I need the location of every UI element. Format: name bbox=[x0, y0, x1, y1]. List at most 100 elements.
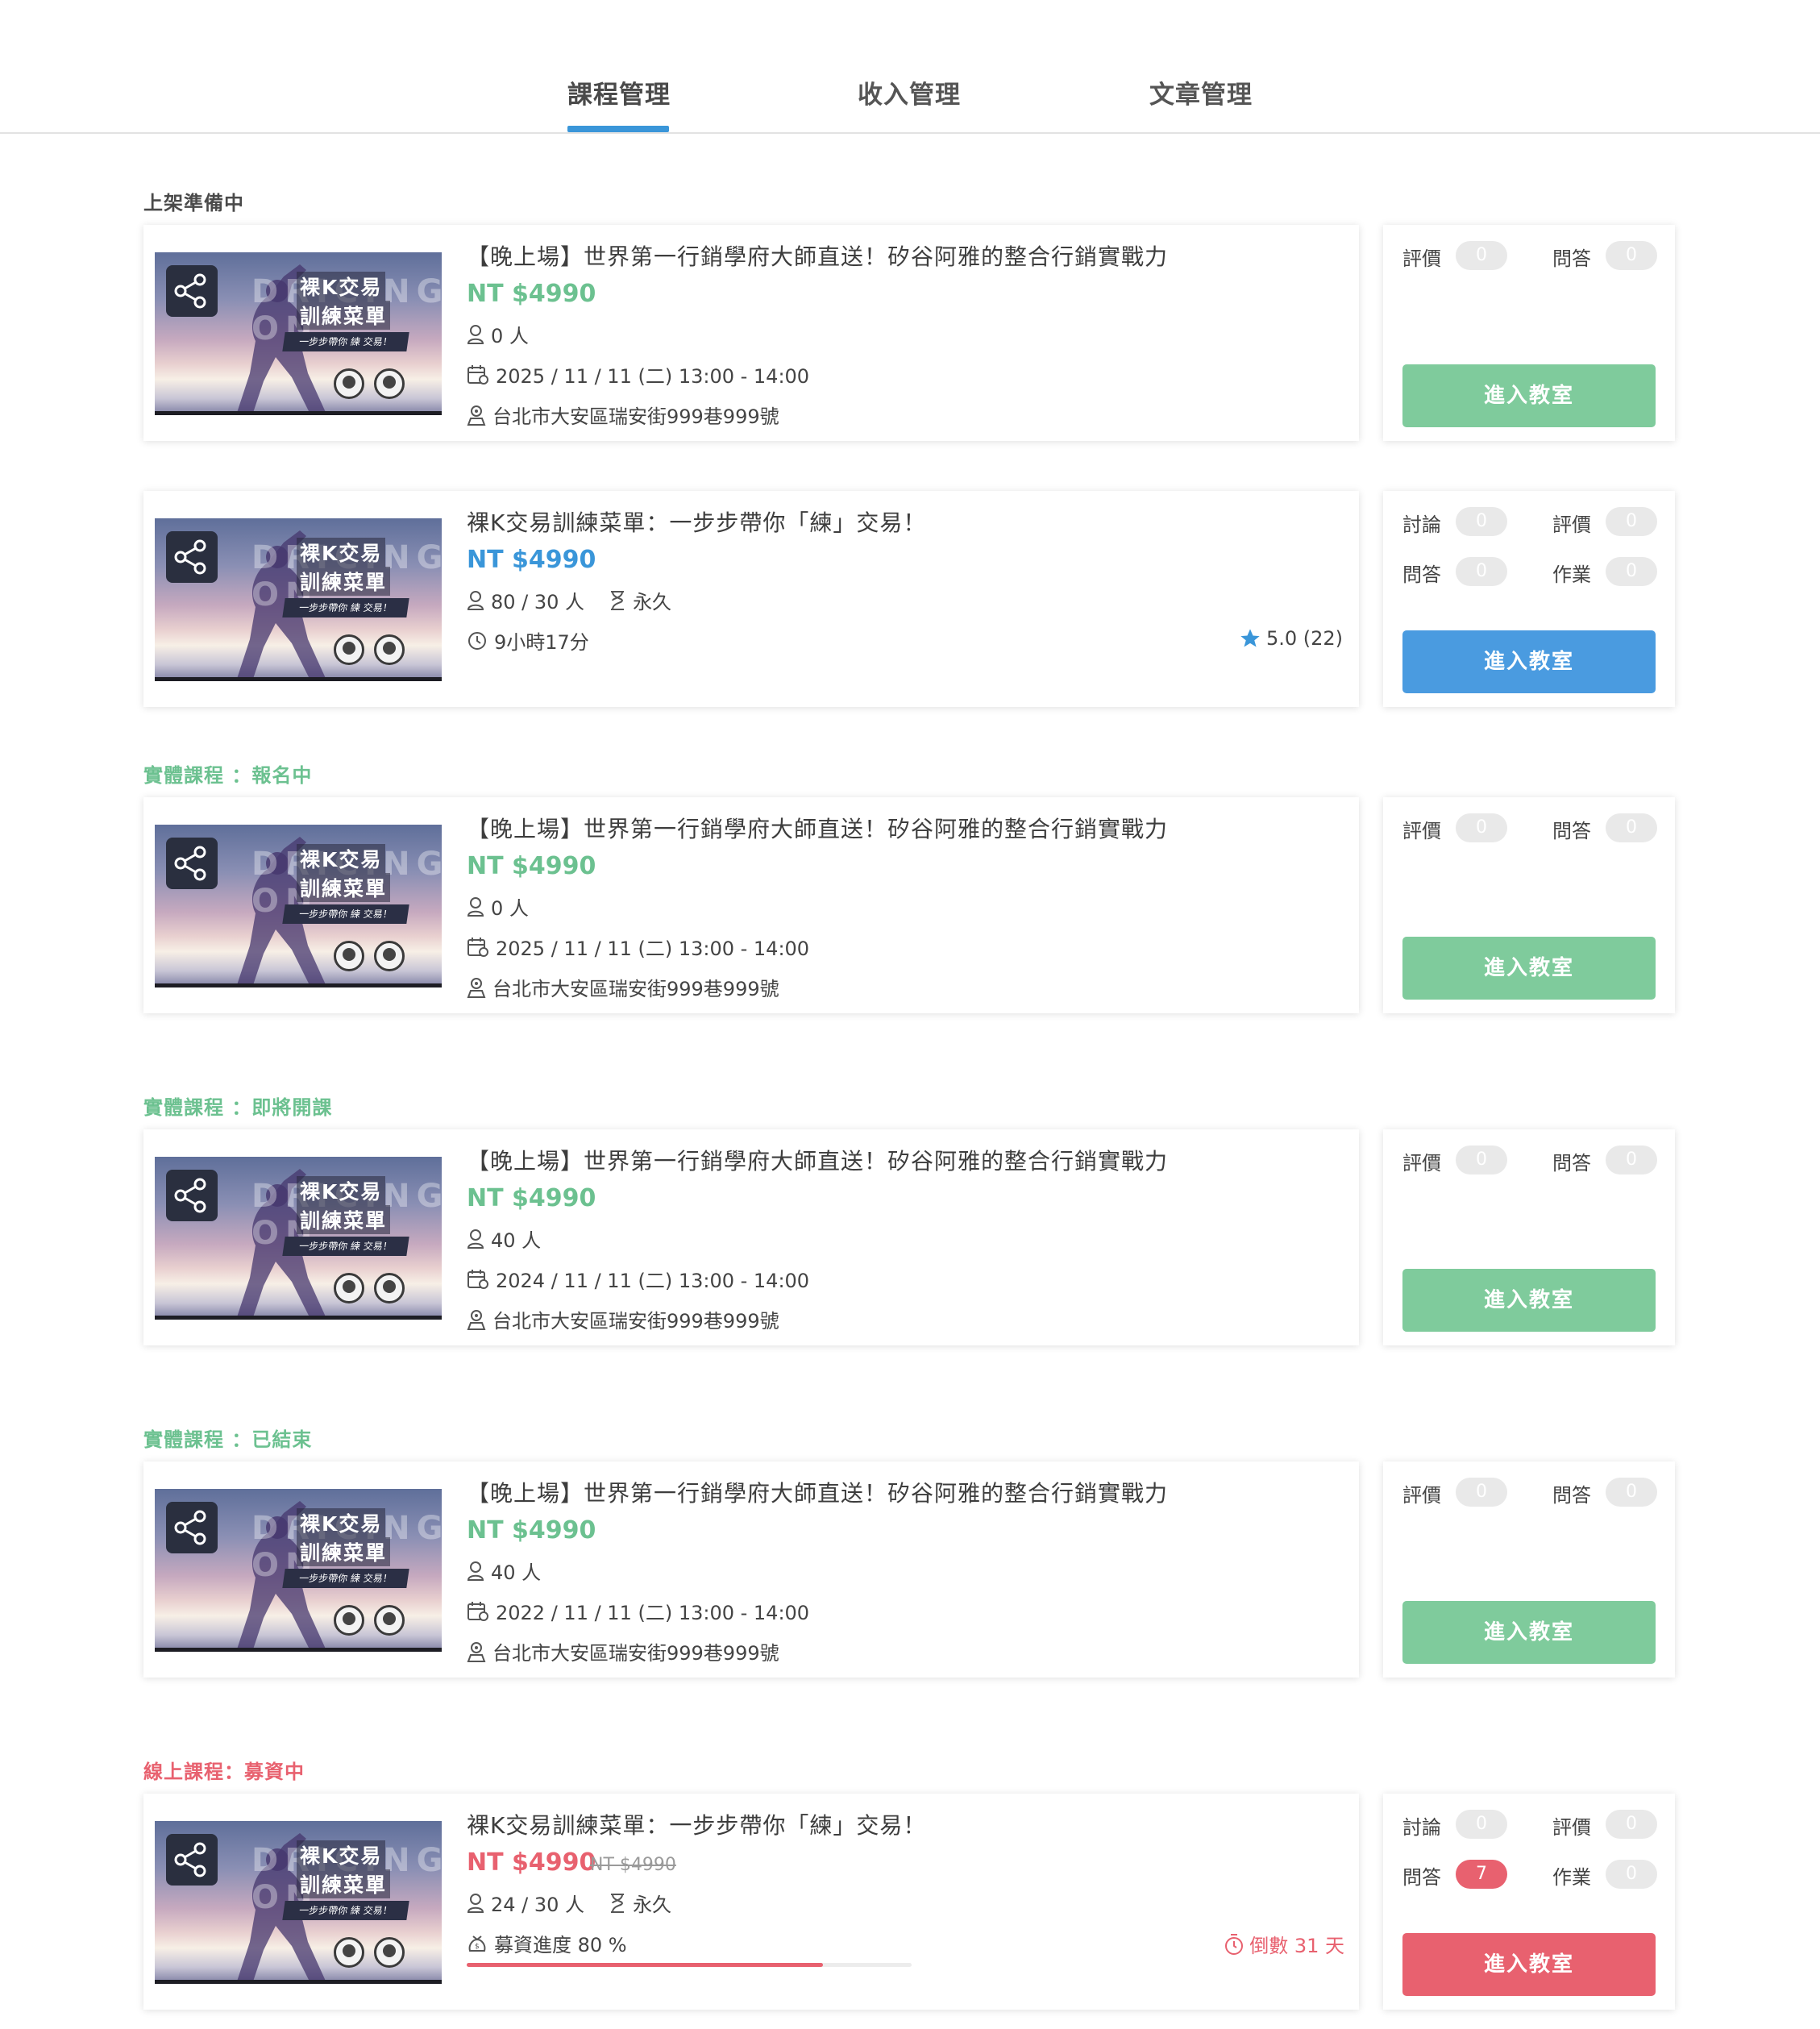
course-address-text: 台北市大安區瑞安街999巷999號 bbox=[492, 1310, 779, 1333]
stat-count-badge: 0 bbox=[1606, 557, 1657, 586]
enter-classroom-button[interactable]: 進入教室 bbox=[1402, 1601, 1656, 1664]
course-title[interactable]: 【晚上場】世界第一行銷學府大師直送！矽谷阿雅的整合行銷實戰力 bbox=[467, 1144, 1168, 1176]
stat-label: 問答 bbox=[1552, 1484, 1591, 1507]
course-card[interactable]: DRICING ON 裸K交易 訓練菜單 一步步帶你 練 交易！ 【晚上場】世界… bbox=[143, 225, 1359, 441]
countdown-text: 倒數 31 天 bbox=[1249, 1935, 1344, 1957]
instructor-avatar bbox=[334, 634, 364, 665]
stat-label: 評價 bbox=[1402, 1152, 1441, 1175]
funding-progress-bar bbox=[467, 1963, 912, 1967]
course-thumbnail[interactable]: DRICING ON 裸K交易 訓練菜單 一步步帶你 練 交易！ bbox=[155, 825, 442, 987]
share-logo-icon bbox=[166, 265, 218, 317]
stat-count-badge: 0 bbox=[1606, 1860, 1657, 1889]
course-price: NT $4990 bbox=[467, 852, 596, 880]
course-title[interactable]: 【晚上場】世界第一行銷學府大師直送！矽谷阿雅的整合行銷實戰力 bbox=[467, 1476, 1168, 1508]
tab-course-management[interactable]: 課程管理 bbox=[567, 74, 671, 110]
stat-count-badge: 0 bbox=[1606, 813, 1657, 842]
person-icon bbox=[467, 590, 484, 610]
access-term-text: 永久 bbox=[633, 591, 672, 613]
enrollment-count: 80 / 30 人 永久 bbox=[467, 586, 671, 614]
thumbnail-slogan: 一步步帶你 練 交易！ bbox=[282, 1901, 409, 1920]
clock-icon bbox=[468, 631, 486, 650]
stat-count-badge: 0 bbox=[1606, 1810, 1657, 1839]
course-thumbnail[interactable]: DRICING ON 裸K交易 訓練菜單 一步步帶你 練 交易！ bbox=[155, 1489, 442, 1652]
course-date-text: 2022 / 11 / 11 (二) 13:00 - 14:00 bbox=[496, 1602, 810, 1624]
active-tab-indicator bbox=[567, 126, 669, 132]
instructor-avatar bbox=[334, 1937, 364, 1968]
instructor-avatar bbox=[374, 634, 405, 665]
instructor-avatar bbox=[374, 941, 405, 971]
course-thumbnail[interactable]: DRICING ON 裸K交易 訓練菜單 一步步帶你 練 交易！ bbox=[155, 1821, 442, 1984]
course-thumbnail[interactable]: DRICING ON 裸K交易 訓練菜單 一步步帶你 練 交易！ bbox=[155, 518, 442, 681]
tab-income-management[interactable]: 收入管理 bbox=[858, 74, 961, 110]
course-actions-panel: 評價 0 問答 0 進入教室 bbox=[1383, 1461, 1675, 1678]
stat-label: 評價 bbox=[1402, 1484, 1441, 1507]
person-icon bbox=[467, 324, 484, 344]
instructor-avatar bbox=[374, 1937, 405, 1968]
stat-label: 問答 bbox=[1552, 1152, 1591, 1175]
course-duration-text: 9小時17分 bbox=[494, 631, 589, 654]
person-icon bbox=[467, 896, 484, 917]
enter-classroom-button[interactable]: 進入教室 bbox=[1402, 364, 1656, 427]
enrollment-count-text: 40 人 bbox=[491, 1229, 542, 1252]
share-logo-icon bbox=[166, 1834, 218, 1886]
section-label-physical-ended: 實體課程 ：已結束 bbox=[143, 1428, 313, 1451]
location-pin-icon bbox=[467, 1309, 486, 1330]
enter-classroom-button[interactable]: 進入教室 bbox=[1402, 1269, 1656, 1332]
stat-label: 問答 bbox=[1552, 820, 1591, 842]
stat-count-badge: 0 bbox=[1456, 1145, 1507, 1175]
course-card[interactable]: DRICING ON 裸K交易 訓練菜單 一步步帶你 練 交易！ 裸K交易訓練菜… bbox=[143, 1794, 1359, 2010]
thumbnail-title-line2: 訓練菜單 bbox=[297, 1869, 391, 1898]
course-thumbnail[interactable]: DRICING ON 裸K交易 訓練菜單 一步步帶你 練 交易！ bbox=[155, 252, 442, 415]
funding-progress-fill bbox=[467, 1963, 823, 1967]
stat-label: 評價 bbox=[1402, 247, 1441, 270]
thumbnail-title-line2: 訓練菜單 bbox=[297, 567, 391, 596]
funding-progress-text: 募資進度 80 % bbox=[494, 1934, 627, 1956]
course-card[interactable]: DRICING ON 裸K交易 訓練菜單 一步步帶你 練 交易！ 【晚上場】世界… bbox=[143, 1129, 1359, 1345]
enrollment-count-text: 40 人 bbox=[491, 1561, 542, 1584]
timer-icon bbox=[1225, 1933, 1244, 1955]
stat-count-badge: 0 bbox=[1456, 507, 1507, 536]
course-date: 2025 / 11 / 11 (二) 13:00 - 14:00 bbox=[467, 933, 809, 961]
person-icon bbox=[467, 1561, 484, 1581]
course-title[interactable]: 【晚上場】世界第一行銷學府大師直送！矽谷阿雅的整合行銷實戰力 bbox=[467, 239, 1168, 272]
stat-label: 討論 bbox=[1402, 1816, 1441, 1839]
stat-count-badge: 0 bbox=[1456, 813, 1507, 842]
stat-count-badge: 0 bbox=[1456, 557, 1507, 586]
calendar-icon bbox=[467, 1269, 488, 1289]
thumbnail-slogan: 一步步帶你 練 交易！ bbox=[282, 332, 409, 351]
enter-classroom-button[interactable]: 進入教室 bbox=[1402, 937, 1656, 1000]
thumbnail-title-line1: 裸K交易 bbox=[297, 538, 386, 567]
enrollment-count: 40 人 bbox=[467, 1557, 541, 1585]
enter-classroom-button[interactable]: 進入教室 bbox=[1402, 1933, 1656, 1996]
person-icon bbox=[467, 1229, 484, 1249]
course-title[interactable]: 【晚上場】世界第一行銷學府大師直送！矽谷阿雅的整合行銷實戰力 bbox=[467, 812, 1168, 844]
calendar-icon bbox=[467, 1601, 488, 1621]
star-icon bbox=[1240, 629, 1260, 647]
section-label-physical-upcoming: 實體課程 ：即將開課 bbox=[143, 1096, 333, 1119]
section-label-physical-enrolling: 實體課程 ：報名中 bbox=[143, 764, 313, 787]
share-logo-icon bbox=[166, 531, 218, 583]
tab-article-management[interactable]: 文章管理 bbox=[1149, 74, 1253, 110]
instructor-avatar bbox=[334, 1273, 364, 1303]
course-card[interactable]: DRICING ON 裸K交易 訓練菜單 一步步帶你 練 交易！ 裸K交易訓練菜… bbox=[143, 491, 1359, 707]
course-card[interactable]: DRICING ON 裸K交易 訓練菜單 一步步帶你 練 交易！ 【晚上場】世界… bbox=[143, 1461, 1359, 1678]
course-address-text: 台北市大安區瑞安街999巷999號 bbox=[492, 405, 779, 428]
hourglass-icon bbox=[611, 590, 625, 610]
enrollment-count: 40 人 bbox=[467, 1224, 541, 1253]
section-label-online-fundraising: 線上課程：募資中 bbox=[143, 1761, 305, 1783]
course-thumbnail[interactable]: DRICING ON 裸K交易 訓練菜單 一步步帶你 練 交易！ bbox=[155, 1157, 442, 1320]
course-title[interactable]: 裸K交易訓練菜單：一步步帶你「練」交易！ bbox=[467, 1808, 926, 1840]
thumbnail-title-line1: 裸K交易 bbox=[297, 1176, 386, 1205]
stat-count-badge: 0 bbox=[1606, 1478, 1657, 1507]
course-card[interactable]: DRICING ON 裸K交易 訓練菜單 一步步帶你 練 交易！ 【晚上場】世界… bbox=[143, 797, 1359, 1013]
stat-label: 作業 bbox=[1552, 1866, 1591, 1889]
course-address: 台北市大安區瑞安街999巷999號 bbox=[467, 1305, 779, 1333]
enrollment-count: 0 人 bbox=[467, 892, 529, 921]
enter-classroom-button[interactable]: 進入教室 bbox=[1402, 630, 1656, 693]
thumbnail-slogan: 一步步帶你 練 交易！ bbox=[282, 904, 409, 924]
enrollment-count-text: 80 / 30 人 bbox=[491, 591, 585, 613]
original-price: NT $4990 bbox=[590, 1855, 676, 1875]
enrollment-count: 0 人 bbox=[467, 320, 529, 348]
thumbnail-title-line2: 訓練菜單 bbox=[297, 1205, 391, 1234]
course-title[interactable]: 裸K交易訓練菜單：一步步帶你「練」交易！ bbox=[467, 505, 926, 538]
